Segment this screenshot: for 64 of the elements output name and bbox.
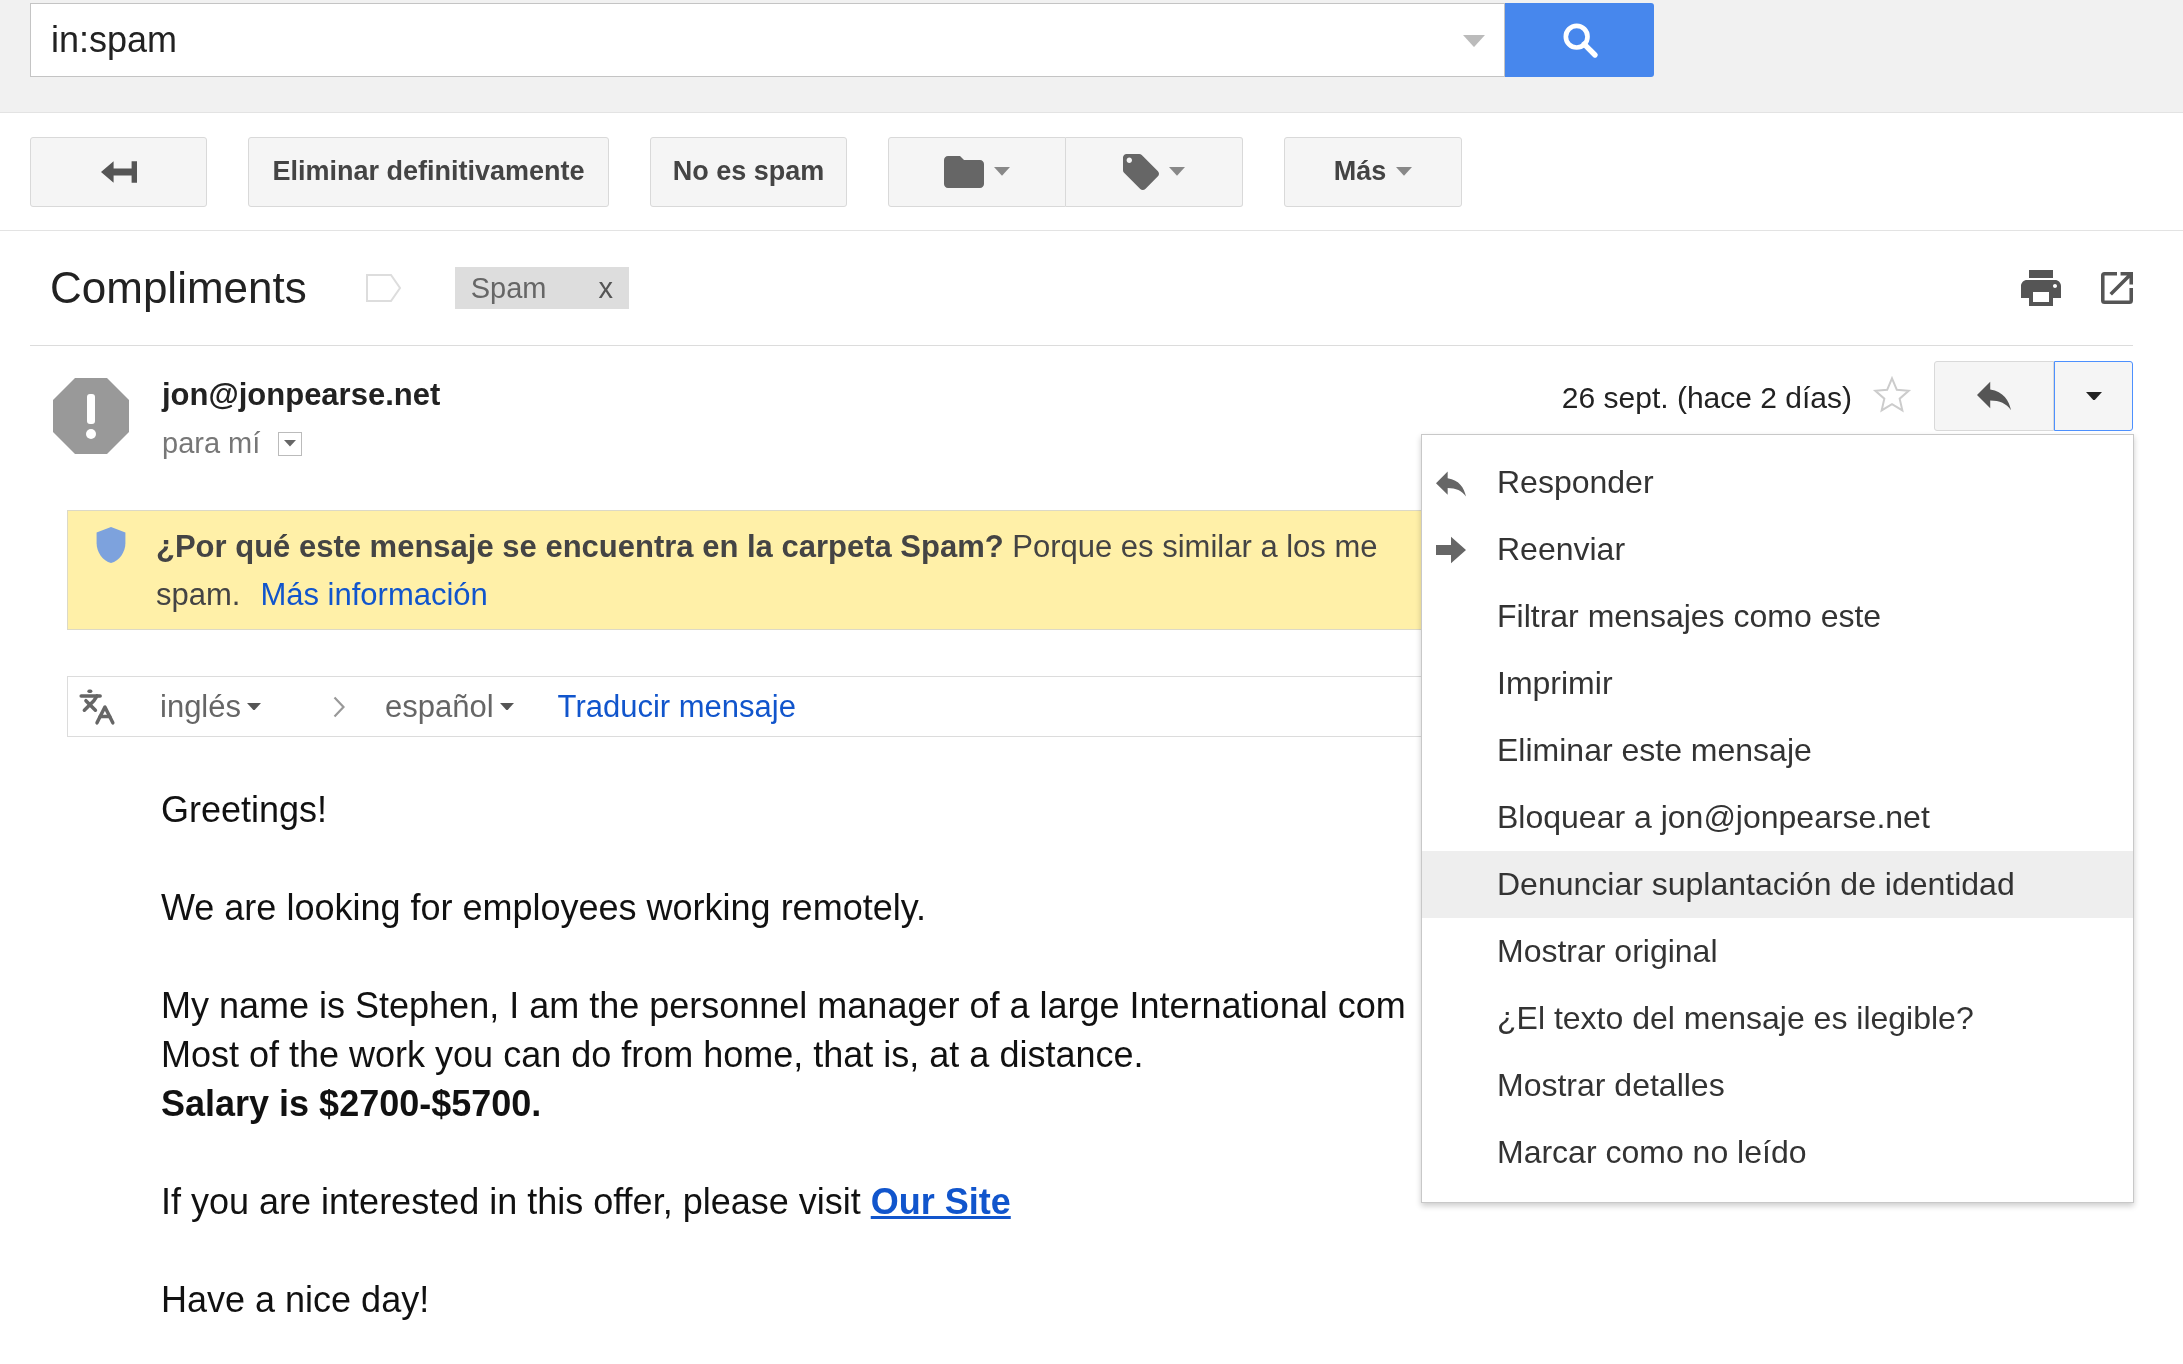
details-dropdown[interactable] <box>278 431 303 456</box>
tag-icon <box>1123 153 1159 190</box>
new-window-button[interactable] <box>2101 272 2133 304</box>
message-text: Greetings! <box>161 788 328 832</box>
message-text: Most of the work you can do from home, that is, at a distance. <box>161 1033 1144 1077</box>
search-button[interactable] <box>1505 3 1654 77</box>
move-to-button[interactable] <box>888 136 1066 207</box>
spam-warning-icon <box>53 378 129 454</box>
folder-icon <box>944 154 984 189</box>
remove-label-button[interactable]: x <box>598 271 613 305</box>
shield-icon <box>96 527 126 563</box>
caret-icon <box>284 440 297 447</box>
print-icon <box>2021 270 2061 306</box>
site-link[interactable]: Our Site <box>870 1181 1011 1222</box>
message-text: Salary is $2700-$5700. <box>161 1082 542 1126</box>
message-text: If you are interested in this offer, please visit Our Site <box>161 1180 1011 1224</box>
menu-item[interactable]: ¿El texto del mensaje es ilegible? <box>1422 985 2133 1052</box>
menu-item[interactable]: Bloquear a jon@jonpearse.net <box>1422 784 2133 851</box>
menu-item[interactable]: Mostrar original <box>1422 918 2133 985</box>
label-text: Spam <box>470 271 547 305</box>
message-text: Have a nice day! <box>161 1278 430 1322</box>
toolbar-button[interactable]: Eliminar definitivamente <box>248 136 609 207</box>
translate-icon <box>78 687 116 726</box>
reply-button[interactable] <box>1934 361 2054 431</box>
more-info-link[interactable]: Más información <box>260 577 488 613</box>
caret-icon <box>247 702 261 711</box>
sender-address: jon@jonpearse.net <box>162 377 441 413</box>
menu-item[interactable]: Mostrar detalles <box>1422 1052 2133 1119</box>
more-button[interactable]: Más <box>1284 136 1462 207</box>
spam-notice-text: spam. <box>156 576 241 614</box>
caret-icon <box>2085 391 2102 401</box>
back-button[interactable] <box>30 136 207 207</box>
forward-arrow-icon <box>1436 536 1466 564</box>
menu-item[interactable]: Reenviar <box>1422 516 2133 583</box>
message-text: My name is Stephen, I am the personnel manager of a large International com <box>161 984 1406 1028</box>
search-field[interactable]: in:spam <box>30 3 1505 77</box>
caret-icon <box>499 702 514 711</box>
spam-notice-text: ¿Por qué este mensaje se encuentra en la carpeta Spam? Porque es similar a los me <box>156 528 1378 566</box>
message-date: 26 sept. (hace 2 días) <box>1561 381 1852 415</box>
back-arrow-icon <box>100 159 137 184</box>
caret-icon <box>1169 167 1185 176</box>
message-text: We are looking for employees working remotely. <box>161 886 926 930</box>
recipient-text: para mí <box>162 427 261 460</box>
target-language-select[interactable]: español <box>385 688 514 725</box>
menu-item[interactable]: Filtrar mensajes como este <box>1422 583 2133 650</box>
labels-button[interactable] <box>1066 136 1243 207</box>
menu-item[interactable]: Marcar como no leído <box>1422 1119 2133 1186</box>
new-window-icon <box>2101 272 2133 304</box>
caret-icon <box>1463 35 1485 48</box>
more-options-button[interactable] <box>2054 361 2133 431</box>
email-subject: Compliments <box>50 263 307 313</box>
chevron-right-icon <box>333 695 345 718</box>
toolbar-button[interactable]: No es spam <box>650 136 847 207</box>
menu-item[interactable]: Eliminar este mensaje <box>1422 717 2133 784</box>
translate-link[interactable]: Traducir mensaje <box>557 688 796 725</box>
caret-icon <box>994 167 1010 176</box>
source-language-select[interactable]: inglés <box>160 688 261 725</box>
caret-icon <box>1396 167 1413 176</box>
menu-item[interactable]: Imprimir <box>1422 650 2133 717</box>
reply-icon <box>1436 469 1466 499</box>
importance-marker-icon[interactable] <box>364 273 403 303</box>
print-button[interactable] <box>2021 270 2061 306</box>
menu-item[interactable]: Responder <box>1422 449 2133 516</box>
menu-item[interactable]: Denunciar suplantación de identidad <box>1422 851 2133 918</box>
